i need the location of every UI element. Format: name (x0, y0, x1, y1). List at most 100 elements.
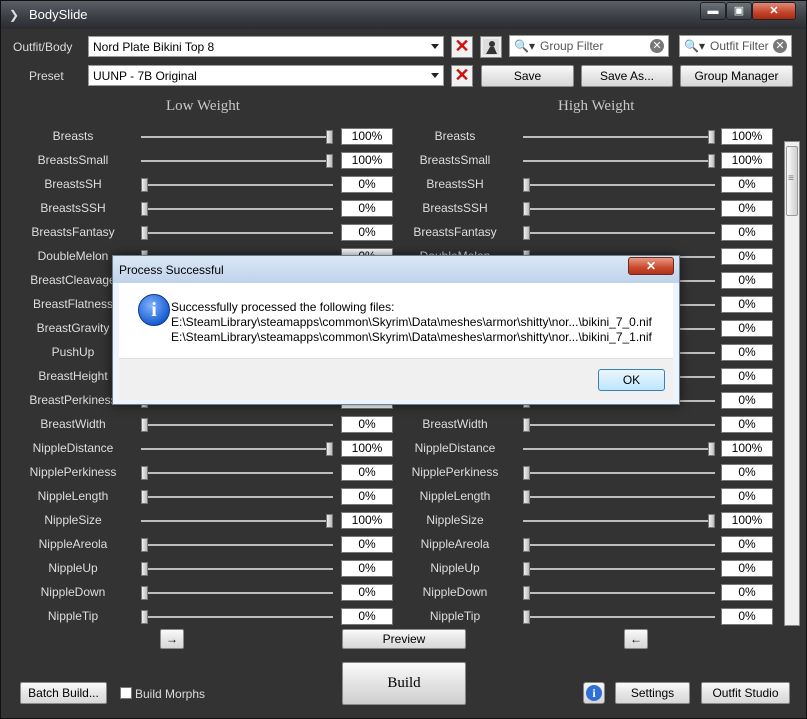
slider-thumb[interactable] (523, 226, 530, 240)
build-morphs-label: Build Morphs (135, 687, 206, 701)
slider-row-high: NippleLength 0% (1, 485, 781, 509)
slider-row-high: BreastsSSH 0% (1, 197, 781, 221)
preset-value: UUNP - 7B Original (93, 69, 197, 83)
slider-thumb[interactable] (708, 442, 715, 456)
slider-value-field[interactable]: 100% (721, 152, 773, 169)
build-button[interactable]: Build (342, 662, 466, 705)
preset-combo[interactable]: UUNP - 7B Original (88, 65, 444, 86)
slider-value-field[interactable]: 0% (721, 560, 773, 577)
process-successful-dialog: Process Successful ✕ i Successfully proc… (112, 255, 680, 405)
about-button[interactable]: i (583, 682, 605, 704)
close-button[interactable]: ✕ (752, 2, 796, 20)
slider-label: BreastsSmall (419, 153, 491, 167)
slider-thumb[interactable] (523, 538, 530, 552)
slider-track[interactable] (523, 136, 715, 138)
slider-value-field[interactable]: 0% (721, 416, 773, 433)
slider-track[interactable] (523, 568, 715, 570)
maximize-button[interactable]: ▣ (726, 2, 752, 20)
build-morphs-checkbox[interactable] (120, 687, 132, 699)
outfit-filter-input[interactable]: 🔍▾ Outfit Filter ✕ (679, 35, 792, 57)
slider-thumb[interactable] (708, 154, 715, 168)
slider-label: NippleUp (430, 561, 480, 575)
outfit-file-icon[interactable] (480, 36, 502, 58)
slider-value-field[interactable]: 0% (721, 536, 773, 553)
slider-value-field[interactable]: 0% (721, 344, 773, 361)
slider-value-field[interactable]: 0% (721, 224, 773, 241)
slider-track[interactable] (523, 496, 715, 498)
slider-track[interactable] (523, 232, 715, 234)
slider-thumb[interactable] (523, 490, 530, 504)
person-icon (483, 39, 499, 55)
slider-thumb[interactable] (523, 586, 530, 600)
slider-thumb[interactable] (523, 562, 530, 576)
group-filter-input[interactable]: 🔍▾ Group Filter ✕ (509, 35, 669, 57)
save-button[interactable]: Save (481, 65, 574, 87)
slider-track[interactable] (523, 616, 715, 618)
slider-label: NippleAreola (420, 537, 490, 551)
slider-value-field[interactable]: 100% (721, 512, 773, 529)
search-icon: 🔍▾ (514, 39, 535, 53)
batch-build-button[interactable]: Batch Build... (20, 682, 107, 704)
slider-track[interactable] (523, 592, 715, 594)
slider-track[interactable] (523, 544, 715, 546)
group-manager-button[interactable]: Group Manager (680, 65, 793, 87)
clear-outfit-button[interactable]: ✕ (451, 36, 473, 58)
slider-label: NippleDown (422, 585, 488, 599)
copy-to-high-button[interactable]: → (160, 629, 184, 649)
slider-value-field[interactable]: 0% (721, 272, 773, 289)
slider-track[interactable] (523, 160, 715, 162)
clear-group-filter-icon[interactable]: ✕ (650, 39, 664, 53)
search-icon: 🔍▾ (684, 39, 705, 53)
outfit-body-label: Outfit/Body (13, 40, 73, 54)
preview-button[interactable]: Preview (342, 629, 466, 649)
clear-outfit-filter-icon[interactable]: ✕ (773, 39, 787, 53)
clear-preset-button[interactable]: ✕ (451, 65, 473, 87)
slider-label: NippleDistance (414, 441, 496, 455)
save-as-button[interactable]: Save As... (581, 65, 673, 87)
slider-track[interactable] (523, 472, 715, 474)
slider-value-field[interactable]: 100% (721, 128, 773, 145)
slider-track[interactable] (523, 448, 715, 450)
dialog-title-bar[interactable]: Process Successful ✕ (113, 256, 679, 283)
slider-value-field[interactable]: 0% (721, 608, 773, 625)
slider-value-field[interactable]: 0% (721, 296, 773, 313)
slider-scrollbar[interactable] (784, 141, 800, 626)
slider-track[interactable] (523, 520, 715, 522)
slider-thumb[interactable] (523, 418, 530, 432)
ok-button[interactable]: OK (598, 369, 665, 391)
slider-thumb[interactable] (523, 610, 530, 624)
slider-track[interactable] (523, 184, 715, 186)
slider-value-field[interactable]: 0% (721, 248, 773, 265)
slider-value-field[interactable]: 0% (721, 176, 773, 193)
slider-value-field[interactable]: 0% (721, 584, 773, 601)
slider-thumb[interactable] (523, 466, 530, 480)
slider-label: BreastsFantasy (413, 225, 497, 239)
minimize-button[interactable]: ▬ (700, 2, 726, 20)
slider-value-field[interactable]: 0% (721, 464, 773, 481)
slider-value-field[interactable]: 0% (721, 320, 773, 337)
title-bar[interactable]: ❯ BodySlide ▬ ▣ ✕ (1, 1, 806, 29)
slider-row-high: Breasts 100% (1, 125, 781, 149)
slider-thumb[interactable] (523, 178, 530, 192)
slider-track[interactable] (523, 208, 715, 210)
slider-value-field[interactable]: 0% (721, 368, 773, 385)
settings-button[interactable]: Settings (615, 682, 690, 704)
outfit-studio-button[interactable]: Outfit Studio (701, 682, 790, 704)
scrollbar-thumb[interactable] (786, 146, 798, 216)
slider-thumb[interactable] (523, 202, 530, 216)
info-icon: i (586, 685, 602, 701)
slider-value-field[interactable]: 100% (721, 440, 773, 457)
slider-thumb[interactable] (708, 514, 715, 528)
slider-track[interactable] (523, 424, 715, 426)
dialog-close-button[interactable]: ✕ (628, 257, 674, 275)
slider-value-field[interactable]: 0% (721, 392, 773, 409)
slider-thumb[interactable] (708, 130, 715, 144)
slider-value-field[interactable]: 0% (721, 488, 773, 505)
dialog-file-path: E:\SteamLibrary\steamapps\common\Skyrim\… (171, 315, 652, 329)
slider-value-field[interactable]: 0% (721, 200, 773, 217)
outfit-body-combo[interactable]: Nord Plate Bikini Top 8 (88, 36, 444, 57)
info-icon: i (138, 294, 170, 326)
copy-to-low-button[interactable]: ← (624, 629, 648, 649)
slider-row-high: BreastsSmall 100% (1, 149, 781, 173)
slider-label: NipplePerkiness (411, 465, 499, 479)
